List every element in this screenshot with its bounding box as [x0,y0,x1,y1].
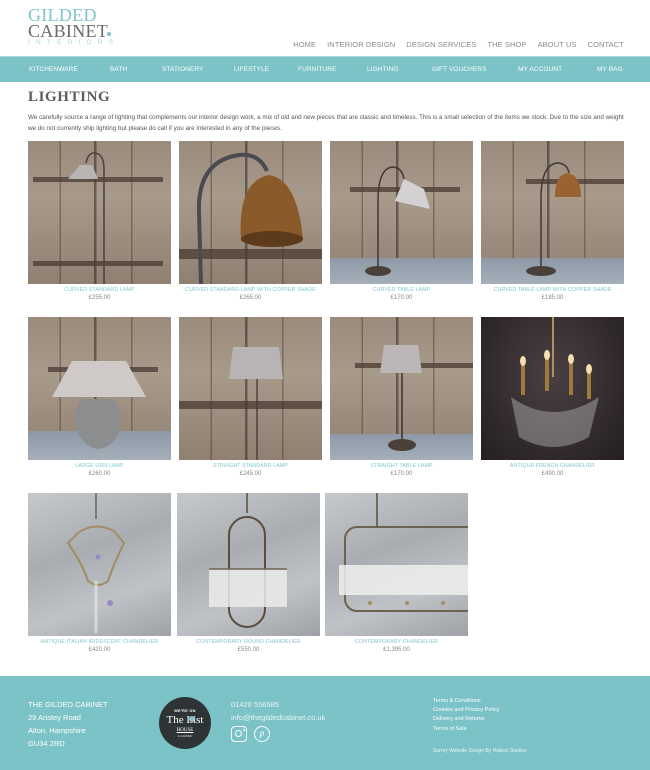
product-card[interactable]: CURVED STANDARD LAMP WITH COPPER SHADE £… [179,141,322,301]
badge-line-4: & GARDEN [177,734,193,738]
product-name[interactable]: CURVED TABLE LAMP [330,287,473,293]
footer-link-terms-conditions[interactable]: Terms & Conditions [433,697,499,706]
product-card[interactable]: CONTEMPORARY ROUND CHANDELIER £550.00 [177,493,320,653]
product-name[interactable]: CONTEMPORARY ROUND CHANDELIER [177,639,320,645]
product-card[interactable]: CURVED TABLE LAMP £170.00 [330,141,473,301]
badge-line-2: The List [166,714,204,726]
badge-dot [189,716,195,722]
product-name[interactable]: ANTIQUE ITALIAN IRIDESCENT CHANDELIER [28,639,171,645]
product-image-contemporary-round-chandelier[interactable] [177,493,320,636]
product-name[interactable]: CURVED STANDARD LAMP [28,287,171,293]
product-card[interactable]: CONTEMPORARY CHANDELIER £1,395.00 [325,493,468,653]
cat-nav-gift-vouchers[interactable]: GIFT VOUCHERS [432,66,487,73]
product-image-straight-table-lamp[interactable] [330,317,473,460]
product-image-curved-table-lamp-copper[interactable] [481,141,624,284]
the-list-badge[interactable]: WE'RE ON The List HOUSE & GARDEN [159,697,211,749]
page-title: LIGHTING [28,89,111,105]
site-logo[interactable]: GILDED CABINET INTERIORS [28,6,118,50]
product-price: £170.00 [390,471,413,477]
product-name[interactable]: CURVED TABLE LAMP WITH COPPER SHADE [481,287,624,293]
product-price: £550.00 [237,647,260,653]
top-nav-interior-design[interactable]: INTERIOR DESIGN [327,40,395,49]
cat-nav-my-account[interactable]: MY ACCOUNT [518,66,562,73]
logo-line-cabinet: CABINET [28,21,118,41]
pinterest-icon[interactable]: p [254,726,270,742]
cat-nav-lighting[interactable]: LIGHTING [367,66,399,73]
product-image-contemporary-chandelier[interactable] [325,493,468,636]
product-price: £170.00 [390,295,413,301]
footer-phone[interactable]: 01420 556585 [231,698,325,711]
footer-street: 29 Anstey Road [28,713,81,722]
footer-link-delivery-returns[interactable]: Delivery and Returns [433,715,499,724]
cat-nav-my-bag[interactable]: MY BAG [597,66,623,73]
product-price: £260.00 [88,471,111,477]
footer-contact: 01420 556585 info@thegildedcabinet.co.uk [231,698,325,724]
logo-cabinet-text: CABINET [28,21,109,41]
badge-line-3: HOUSE [176,728,194,733]
product-image-large-urn-lamp[interactable] [28,317,171,460]
footer-postcode: GU34 2RD [28,739,65,748]
top-nav-about-us[interactable]: ABOUT US [538,40,577,49]
instagram-icon[interactable] [231,726,247,742]
product-name[interactable]: CONTEMPORARY CHANDELIER [325,639,468,645]
footer-company-name: THE GILDED CABINET [28,700,108,709]
product-image-curved-standard-lamp-copper[interactable] [179,141,322,284]
product-name[interactable]: LARGE URN LAMP [28,463,171,469]
top-nav: HOME INTERIOR DESIGN DESIGN SERVICES THE… [293,40,624,49]
product-card[interactable]: ANTIQUE ITALIAN IRIDESCENT CHANDELIER £4… [28,493,171,653]
page-intro: We carefully source a range of lighting … [28,114,624,132]
product-name[interactable]: CURVED STANDARD LAMP WITH COPPER SHADE [179,287,322,293]
product-price: £1,395.00 [383,647,410,653]
product-card[interactable]: CURVED TABLE LAMP WITH COPPER SHADE £185… [481,141,624,301]
product-image-curved-table-lamp[interactable] [330,141,473,284]
product-card[interactable]: ANTIQUE FRENCH CHANDELIER £490.00 [481,317,624,477]
product-image-antique-french-chandelier[interactable] [481,317,624,460]
footer-links: Terms & Conditions Cookies and Privacy P… [433,697,499,734]
cat-nav-bath[interactable]: BATH [110,66,127,73]
top-nav-the-shop[interactable]: THE SHOP [487,40,526,49]
top-nav-contact[interactable]: CONTACT [588,40,624,49]
product-price: £490.00 [541,471,564,477]
cat-nav-stationery[interactable]: STATIONERY [162,66,203,73]
product-price: £265.00 [239,295,262,301]
product-name[interactable]: STRAIGHT STANDARD LAMP [179,463,322,469]
product-image-antique-italian-chandelier[interactable] [28,493,171,636]
footer-address: THE GILDED CABINET 29 Anstey Road Alton,… [28,698,108,750]
footer-credit[interactable]: Surrey Website Design By Hatbox Studios [433,748,527,754]
product-card[interactable]: STRAIGHT TABLE LAMP £170.00 [330,317,473,477]
product-price: £245.00 [239,471,262,477]
footer-email[interactable]: info@thegildedcabinet.co.uk [231,711,325,724]
logo-dot [107,32,111,36]
cat-nav-kitchenware[interactable]: KITCHENWARE [29,66,78,73]
product-price: £185.00 [541,295,564,301]
product-price: £255.00 [88,295,111,301]
footer-town: Alton, Hampshire [28,726,86,735]
product-name[interactable]: ANTIQUE FRENCH CHANDELIER [481,463,624,469]
site-footer: THE GILDED CABINET 29 Anstey Road Alton,… [0,676,650,770]
product-image-curved-standard-lamp[interactable] [28,141,171,284]
product-card[interactable]: LARGE URN LAMP £260.00 [28,317,171,477]
top-nav-design-services[interactable]: DESIGN SERVICES [406,40,476,49]
site-header: GILDED CABINET INTERIORS HOME INTERIOR D… [0,0,650,56]
top-nav-home[interactable]: HOME [293,40,316,49]
cat-nav-lifestyle[interactable]: LIFESTYLE [234,66,269,73]
product-price: £420.00 [88,647,111,653]
social-links: p [231,726,270,742]
footer-link-terms-of-sale[interactable]: Terms of Sale [433,725,499,734]
product-card[interactable]: STRAIGHT STANDARD LAMP £245.00 [179,317,322,477]
product-card[interactable]: CURVED STANDARD LAMP £255.00 [28,141,171,301]
product-name[interactable]: STRAIGHT TABLE LAMP [330,463,473,469]
category-nav: KITCHENWARE BATH STATIONERY LIFESTYLE FU… [0,56,650,82]
product-image-straight-standard-lamp[interactable] [179,317,322,460]
badge-line-1: WE'RE ON [174,709,196,713]
cat-nav-furniture[interactable]: FURNITURE [298,66,336,73]
footer-link-cookies-privacy[interactable]: Cookies and Privacy Policy [433,706,499,715]
